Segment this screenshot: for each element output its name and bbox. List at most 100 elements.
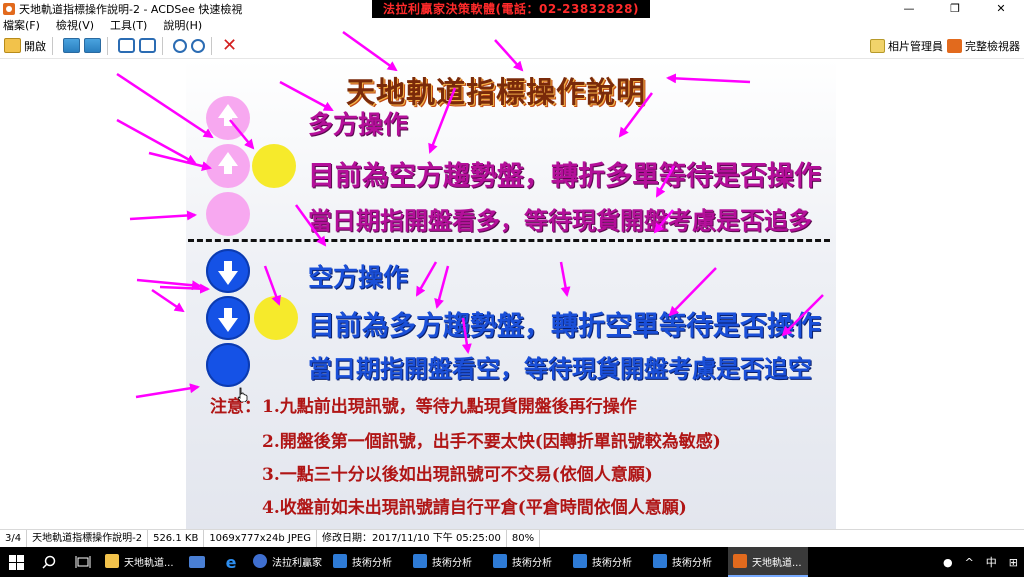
window-title: 天地軌道指標操作說明-2 - ACDSee 快速檢視 — [19, 2, 243, 16]
rotate-right-button[interactable] — [139, 36, 156, 56]
task-view-button[interactable] — [66, 547, 100, 577]
rotate-right-icon — [139, 38, 156, 53]
chart-app-icon — [573, 554, 587, 568]
taskbar-item-label: 技術分析 — [672, 557, 712, 569]
menu-view[interactable]: 檢視(V) — [56, 17, 94, 33]
yellow-circle — [252, 144, 296, 188]
note-1: 1.九點前出現訊號，等待九點現貨開盤後再行操作 — [262, 397, 637, 417]
yellow-circle — [254, 296, 298, 340]
menu-help[interactable]: 說明(H) — [163, 17, 202, 33]
zoom-out-icon — [191, 38, 205, 53]
taskbar-item-app[interactable] — [180, 547, 214, 577]
taskbar-item-label: 天地軌道... — [752, 557, 802, 569]
status-zoom: 80% — [507, 529, 541, 548]
minimize-button[interactable]: — — [886, 0, 932, 17]
start-button[interactable] — [0, 547, 32, 577]
windows-logo-icon — [8, 554, 24, 570]
status-dimensions: 1069x777x24b JPEG — [204, 529, 317, 548]
taskbar-item-edge[interactable]: e — [214, 547, 248, 577]
toolbar-separator — [162, 36, 163, 55]
open-button[interactable]: 開啟 — [4, 36, 46, 56]
image-viewer[interactable]: 天地軌道指標操作說明 多方操作 目前為空方趨勢盤，轉折多單等待是否操作 當日期指… — [0, 59, 1024, 529]
app-window-icon — [189, 556, 205, 568]
taskbar-item-label: 技術分析 — [432, 557, 472, 569]
taskbar-item-label: 技術分析 — [352, 557, 392, 569]
note-4: 4.收盤前如未出現訊號請自行平倉(平倉時間依個人意願) — [262, 498, 687, 518]
rotate-left-button[interactable] — [118, 36, 135, 56]
maximize-button[interactable]: ❐ — [932, 0, 978, 17]
displayed-image: 天地軌道指標操作說明 多方操作 目前為空方趨勢盤，轉折多單等待是否操作 當日期指… — [186, 59, 836, 529]
taskbar-item-tech[interactable]: 技術分析 — [568, 547, 648, 577]
taskbar-item-tech[interactable]: 技術分析 — [408, 547, 488, 577]
taskbar-item-tech[interactable]: 技術分析 — [328, 547, 408, 577]
search-icon — [42, 555, 56, 569]
edge-browser-icon: e — [225, 552, 237, 572]
window-controls: — ❐ ✕ — [886, 0, 1024, 17]
chart-app-icon — [493, 554, 507, 568]
taskbar-item-folder[interactable]: 天地軌道... — [100, 547, 180, 577]
down-arrow-icon — [218, 308, 238, 332]
pink-up-arrow-circle — [206, 96, 250, 140]
delete-button[interactable]: ✕ — [222, 36, 237, 56]
delete-x-icon: ✕ — [222, 34, 238, 56]
zoom-in-button[interactable] — [173, 36, 187, 56]
chart-app-icon — [653, 554, 667, 568]
status-filesize: 526.1 KB — [148, 529, 205, 548]
close-button[interactable]: ✕ — [978, 0, 1024, 17]
full-viewer-icon — [947, 39, 962, 53]
taskbar-item-ferrari[interactable]: 法拉利贏家 — [248, 547, 328, 577]
blue-circle — [206, 343, 250, 387]
previous-image-button[interactable] — [63, 36, 80, 56]
note-3: 3.一點三十分以後如出現訊號可不交易(依個人意願) — [262, 465, 653, 485]
blue-down-arrow-circle — [206, 296, 250, 340]
hand-cursor-icon — [237, 387, 248, 402]
short-heading: 空方操作 — [308, 263, 409, 292]
globe-app-icon — [253, 554, 267, 568]
previous-image-icon — [63, 38, 80, 53]
menu-file[interactable]: 檔案(F) — [3, 17, 40, 33]
software-banner: 法拉利贏家決策軟體(電話：02-23832828) — [372, 0, 650, 18]
short-line-1: 目前為多方趨勢盤，轉折空單等待是否操作 — [308, 311, 821, 342]
taskbar: 天地軌道... e 法拉利贏家 技術分析 技術分析 技術分析 技術分析 技術分析… — [0, 547, 1024, 577]
status-index: 3/4 — [0, 529, 28, 548]
acdsee-icon — [733, 554, 747, 568]
task-view-icon — [75, 556, 91, 568]
search-button[interactable] — [32, 547, 66, 577]
taskbar-item-label: 技術分析 — [592, 557, 632, 569]
zoom-out-button[interactable] — [191, 36, 205, 56]
taskbar-item-label: 天地軌道... — [124, 557, 174, 569]
next-image-button[interactable] — [84, 36, 101, 56]
ime-layout-icon[interactable]: ⊞ — [1009, 556, 1018, 569]
folder-open-icon — [4, 38, 21, 53]
toolbar-right: 相片管理員 完整檢視器 — [866, 36, 1020, 56]
taskbar-item-label: 法拉利贏家 — [272, 557, 322, 569]
status-filename: 天地軌道指標操作說明-2 — [27, 529, 149, 548]
taskbar-item-tech[interactable]: 技術分析 — [488, 547, 568, 577]
rotate-left-icon — [118, 38, 135, 53]
full-viewer-button[interactable]: 完整檢視器 — [947, 36, 1020, 56]
short-line-2: 當日期指開盤看空，等待現貨開盤考慮是否追空 — [308, 354, 812, 383]
status-modified: 修改日期：2017/11/10 下午 05:25:00 — [317, 529, 507, 548]
zoom-in-icon — [173, 38, 187, 53]
ime-indicator[interactable]: 中 — [986, 554, 997, 570]
pink-up-arrow-circle — [206, 144, 250, 188]
menu-tools[interactable]: 工具(T) — [110, 17, 147, 33]
tray-overflow-chevron[interactable]: ^ — [965, 556, 974, 569]
toolbar: 開啟 ✕ 相片管理員 完整檢視器 — [0, 33, 1024, 59]
full-viewer-label: 完整檢視器 — [965, 40, 1020, 53]
next-image-icon — [84, 38, 101, 53]
menu-bar: 檔案(F) 檢視(V) 工具(T) 說明(H) — [0, 17, 1024, 33]
toolbar-separator — [211, 36, 212, 55]
taskbar-item-tech[interactable]: 技術分析 — [648, 547, 728, 577]
long-heading: 多方操作 — [308, 110, 409, 139]
down-arrow-icon — [218, 261, 238, 285]
up-arrow-icon — [218, 104, 238, 126]
up-arrow-icon — [218, 152, 238, 174]
people-icon[interactable]: ● — [943, 556, 953, 569]
blue-down-arrow-circle — [206, 249, 250, 293]
open-label: 開啟 — [24, 39, 46, 53]
taskbar-item-acdsee[interactable]: 天地軌道... — [728, 547, 808, 577]
note-2: 2.開盤後第一個訊號，出手不要太快(因轉折單訊號較為敏感) — [262, 432, 721, 452]
photo-manager-button[interactable]: 相片管理員 — [870, 36, 943, 56]
note-label: 注意： — [210, 397, 261, 417]
